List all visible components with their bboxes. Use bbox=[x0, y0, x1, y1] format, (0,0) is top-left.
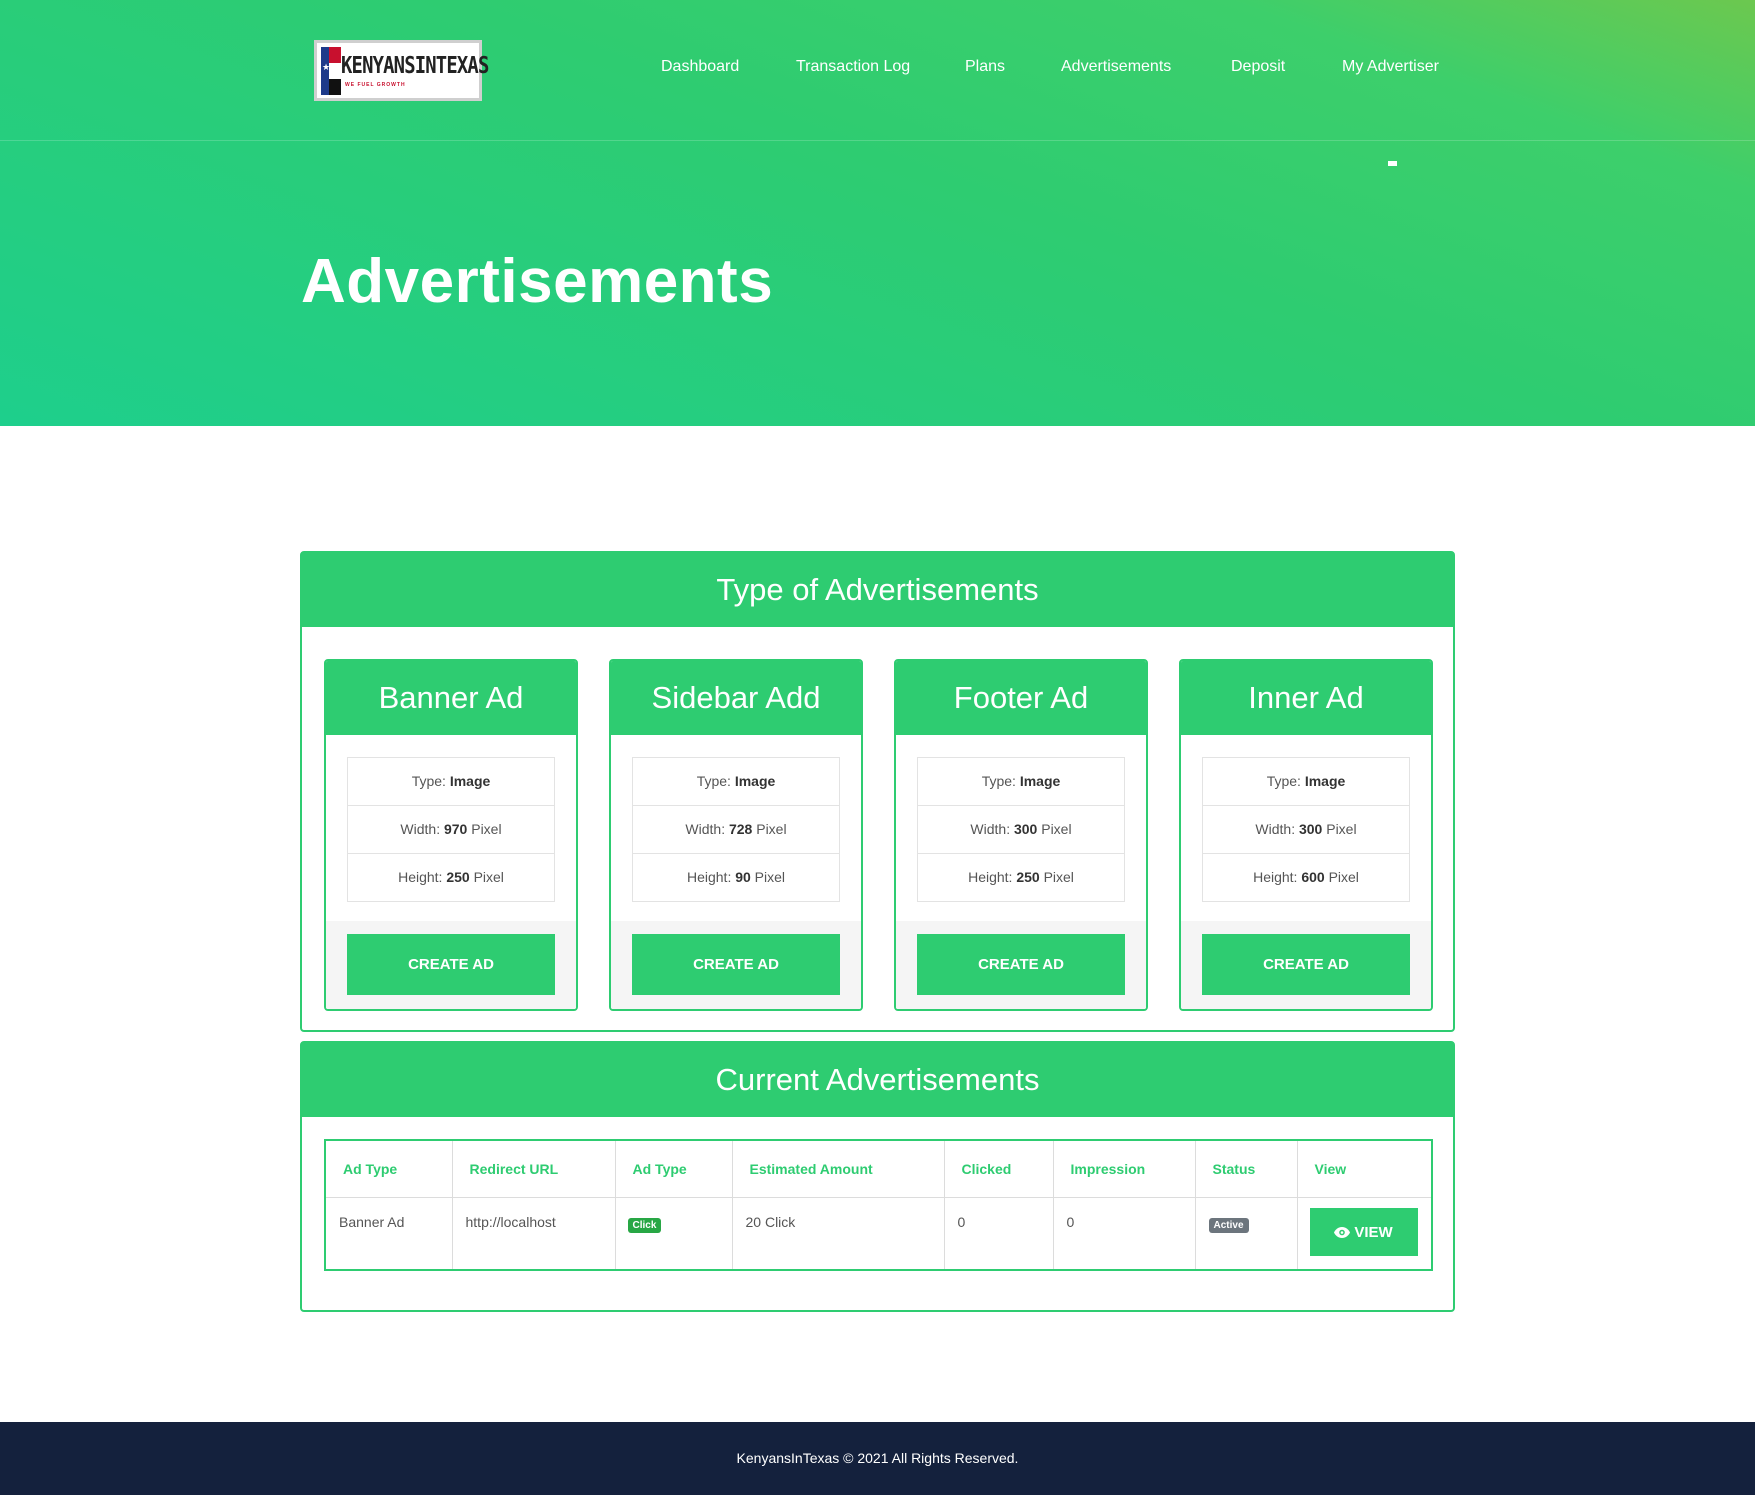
top-navbar: ★ KENYANSINTEXAS WE FUEL GROWTH Dashboar… bbox=[0, 0, 1755, 166]
spec-list: Type: Image Width: 300 Pixel Height: 600… bbox=[1202, 757, 1410, 902]
nav-transaction-log[interactable]: Transaction Log bbox=[796, 58, 910, 76]
spec-type: Type: Image bbox=[1203, 758, 1409, 806]
site-logo[interactable]: ★ KENYANSINTEXAS WE FUEL GROWTH bbox=[314, 40, 489, 101]
cell-impression: 0 bbox=[1053, 1197, 1196, 1269]
cell-status: Active bbox=[1195, 1197, 1298, 1269]
page-title: Advertisements bbox=[301, 247, 774, 316]
cell-view: VIEW bbox=[1297, 1198, 1431, 1270]
nav-advertisements[interactable]: Advertisements bbox=[1061, 58, 1171, 76]
flag-icon: ★ bbox=[321, 47, 341, 95]
click-badge: Click bbox=[627, 1218, 662, 1233]
spec-height: Height: 600 Pixel bbox=[1253, 869, 1359, 885]
create-ad-button[interactable]: CREATE AD bbox=[632, 934, 840, 995]
col-redirect-url: Redirect URL bbox=[452, 1141, 616, 1198]
view-button[interactable]: VIEW bbox=[1309, 1208, 1418, 1256]
ad-type-card-footer: Footer Ad Type: Image Width: 300 Pixel H… bbox=[894, 659, 1148, 1011]
card-title: Footer Ad bbox=[896, 661, 1146, 735]
spec-width: Width: 300 Pixel bbox=[1203, 806, 1409, 854]
eye-icon bbox=[1334, 1226, 1351, 1238]
create-ad-button[interactable]: CREATE AD bbox=[347, 934, 555, 995]
logo-tagline: WE FUEL GROWTH bbox=[345, 82, 406, 88]
spec-type: Type: Image bbox=[918, 758, 1124, 806]
nav-plans[interactable]: Plans bbox=[965, 58, 1005, 76]
col-ad-type-badge: Ad Type bbox=[615, 1141, 733, 1198]
spec-height: Height: 250 Pixel bbox=[968, 869, 1074, 885]
spec-list: Type: Image Width: 970 Pixel Height: 250… bbox=[347, 757, 555, 902]
cell-ad-type-badge: Click bbox=[615, 1197, 733, 1269]
table-row: Banner Ad http://localhost Click 20 Clic… bbox=[326, 1197, 1431, 1270]
ad-type-card-banner: Banner Ad Type: Image Width: 970 Pixel H… bbox=[324, 659, 578, 1011]
card-footer: CREATE AD bbox=[896, 921, 1146, 1009]
copyright-text: KenyansInTexas © 2021 All Rights Reserve… bbox=[736, 1450, 1019, 1466]
site-footer: KenyansInTexas © 2021 All Rights Reserve… bbox=[0, 1422, 1755, 1495]
spec-type: Type: Image bbox=[348, 758, 554, 806]
spec-width: Width: 300 Pixel bbox=[918, 806, 1124, 854]
card-footer: CREATE AD bbox=[1181, 921, 1431, 1009]
spec-width: Width: 728 Pixel bbox=[633, 806, 839, 854]
current-ads-title: Current Advertisements bbox=[302, 1043, 1453, 1117]
nav-dashboard[interactable]: Dashboard bbox=[661, 58, 739, 76]
create-ad-button[interactable]: CREATE AD bbox=[917, 934, 1125, 995]
view-button-label: VIEW bbox=[1354, 1223, 1393, 1241]
col-impression: Impression bbox=[1053, 1141, 1196, 1198]
ad-types-title: Type of Advertisements bbox=[302, 553, 1453, 627]
nav-my-advertiser[interactable]: My Advertiser bbox=[1342, 58, 1439, 76]
current-ads-panel: Current Advertisements Ad Type Redirect … bbox=[300, 1041, 1455, 1312]
col-clicked: Clicked bbox=[944, 1141, 1054, 1198]
col-view: View bbox=[1297, 1141, 1431, 1198]
create-ad-button[interactable]: CREATE AD bbox=[1202, 934, 1410, 995]
cell-estimated-amount: 20 Click bbox=[732, 1197, 945, 1269]
nav-deposit[interactable]: Deposit bbox=[1231, 58, 1285, 76]
spec-width: Width: 970 Pixel bbox=[348, 806, 554, 854]
col-status: Status bbox=[1195, 1141, 1298, 1198]
hero-banner: ★ KENYANSINTEXAS WE FUEL GROWTH Dashboar… bbox=[0, 0, 1755, 426]
spec-height: Height: 250 Pixel bbox=[398, 869, 504, 885]
cell-clicked: 0 bbox=[944, 1197, 1054, 1269]
current-ads-table: Ad Type Redirect URL Ad Type Estimated A… bbox=[324, 1139, 1433, 1271]
col-estimated-amount: Estimated Amount bbox=[732, 1141, 945, 1198]
nav-active-indicator bbox=[1388, 161, 1397, 166]
card-title: Inner Ad bbox=[1181, 661, 1431, 735]
table-header-row: Ad Type Redirect URL Ad Type Estimated A… bbox=[326, 1141, 1431, 1198]
ad-type-card-sidebar: Sidebar Add Type: Image Width: 728 Pixel… bbox=[609, 659, 863, 1011]
logo-wordmark: KENYANSINTEXAS bbox=[341, 53, 489, 79]
cell-ad-type: Banner Ad bbox=[326, 1197, 453, 1269]
cell-redirect-url: http://localhost bbox=[452, 1197, 616, 1269]
spec-type: Type: Image bbox=[633, 758, 839, 806]
spec-list: Type: Image Width: 728 Pixel Height: 90 … bbox=[632, 757, 840, 902]
card-footer: CREATE AD bbox=[326, 921, 576, 1009]
ad-type-card-inner: Inner Ad Type: Image Width: 300 Pixel He… bbox=[1179, 659, 1433, 1011]
col-ad-type: Ad Type bbox=[326, 1141, 453, 1198]
spec-list: Type: Image Width: 300 Pixel Height: 250… bbox=[917, 757, 1125, 902]
status-badge: Active bbox=[1208, 1218, 1249, 1233]
spec-height: Height: 90 Pixel bbox=[686, 869, 786, 885]
card-title: Sidebar Add bbox=[611, 661, 861, 735]
card-title: Banner Ad bbox=[326, 661, 576, 735]
ad-types-panel: Type of Advertisements Banner Ad Type: I… bbox=[300, 551, 1455, 1032]
card-footer: CREATE AD bbox=[611, 921, 861, 1009]
